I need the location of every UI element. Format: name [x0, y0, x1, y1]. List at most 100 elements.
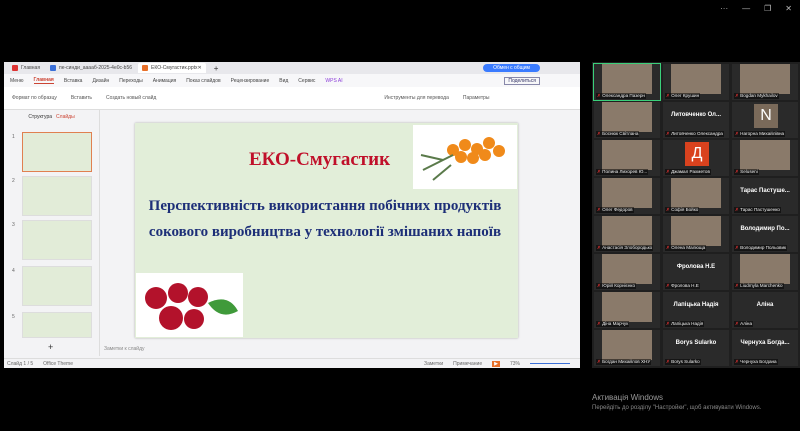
participant-display-name: Фролова Н.Е	[676, 264, 716, 270]
slide-panel: Структура Слайды 1 2 3 4 5 +	[4, 110, 100, 356]
participant-name: Боснюк Світлана	[596, 131, 640, 137]
meet-button[interactable]: Обмен с общим	[483, 64, 540, 72]
participant-name: Олег Федоров	[596, 207, 634, 213]
ribbon: Формат по образцу Вставить Создать новый…	[4, 87, 580, 110]
participant-tile[interactable]: Богдан Михайлов ХНУ	[594, 330, 660, 366]
zoom-level[interactable]: 73%	[510, 361, 520, 367]
participant-tile[interactable]: Д Джамал Рахметов	[663, 140, 729, 176]
participant-video	[740, 254, 790, 284]
participant-tile[interactable]: Полина Лихорев Ю...	[594, 140, 660, 176]
participants-gallery: Олександра Пазерн Олег Крушин Bogdan Mykha…	[592, 62, 800, 368]
thumb-number: 4	[12, 268, 15, 274]
play-slideshow-icon[interactable]: ▶	[492, 360, 500, 367]
participant-name: Діна Марчук	[596, 321, 630, 327]
participant-tile[interactable]: Аліна Аліна	[732, 292, 798, 328]
slide-counter: Слайд 1 / 5	[7, 360, 34, 367]
menu-bar: Меню Главная Вставка Дизайн Переходы Ани…	[4, 74, 580, 87]
tab-label: Главная	[21, 65, 41, 71]
doc-icon	[50, 65, 57, 71]
participant-tile[interactable]: Олег Крушин	[663, 64, 729, 100]
participant-video	[602, 254, 652, 284]
slide-thumbnail-2[interactable]	[22, 176, 92, 216]
tab-bar: Главная пе-синди_ааааб-2025-4e0c-b56 ЕКО…	[4, 62, 580, 74]
new-tab-button[interactable]: +	[214, 64, 219, 73]
comments-toggle[interactable]: Примечание	[453, 361, 482, 367]
notes-field[interactable]: Заметки к слайду	[104, 346, 145, 352]
slide-thumbnail-4[interactable]	[22, 266, 92, 306]
participant-name: Нагорна Михайлівна	[734, 131, 786, 137]
menu-slideshow[interactable]: Показ слайдов	[186, 78, 220, 84]
paste-button[interactable]: Вставить	[71, 95, 92, 101]
participant-name: Полина Лихорев Ю...	[596, 169, 649, 175]
close-icon[interactable]: ✕	[785, 4, 792, 13]
tab-home[interactable]: Главная	[8, 63, 44, 73]
options-button[interactable]: Параметры	[463, 95, 490, 101]
participant-video	[740, 64, 790, 94]
tab-outline[interactable]: Структура	[28, 114, 52, 120]
slide-canvas[interactable]: ЕКО-Смугастик Перспективність використан…	[135, 123, 518, 338]
new-slide-button[interactable]: Создать новый слайд	[106, 95, 156, 101]
participant-tile[interactable]: Лапіцька Надія Лапіцька Надія	[663, 292, 729, 328]
share-button[interactable]: Поделиться	[504, 76, 540, 85]
slide-thumbnail-1[interactable]	[22, 132, 92, 172]
restore-icon[interactable]: ❐	[764, 4, 771, 13]
participant-tile[interactable]: Олег Федоров	[594, 178, 660, 214]
participant-tile[interactable]: Чернуха Богда... Чернуха Богдана	[732, 330, 798, 366]
participant-display-name: Володимир По...	[740, 226, 790, 232]
tab-doc[interactable]: пе-синди_ааааб-2025-4e0c-b56	[46, 63, 136, 73]
participant-avatar: Д	[685, 142, 709, 166]
add-slide-button[interactable]: +	[48, 342, 53, 352]
participant-tile[interactable]: Олександра Пазерн	[593, 63, 661, 101]
menu-tools[interactable]: Сервис	[298, 78, 315, 84]
presentation-icon	[142, 65, 149, 71]
participant-tile[interactable]: Володимир По... Володимир Польовик	[732, 216, 798, 252]
participant-name: Джамал Рахметов	[665, 169, 711, 175]
participant-name: Фролова Н.Е	[665, 283, 700, 289]
menu-wps-ai[interactable]: WPS AI	[325, 78, 342, 84]
participant-name: Богдан Михайлов ХНУ	[596, 359, 652, 365]
translate-button[interactable]: Инструменты для перевода	[384, 95, 449, 101]
menu-view[interactable]: Вид	[279, 78, 288, 84]
participant-tile[interactable]: Софія Бойко	[663, 178, 729, 214]
menu-design[interactable]: Дизайн	[92, 78, 109, 84]
menu-review[interactable]: Рецензирование	[231, 78, 270, 84]
windows-activation-title: Активація Windows	[592, 393, 664, 402]
thumb-number: 2	[12, 178, 15, 184]
participant-tile[interactable]: Діна Марчук	[594, 292, 660, 328]
tab-label: ЕКО-Смугастик.pptx	[151, 65, 198, 71]
participant-name: Олександра Пазерн	[596, 93, 646, 99]
participant-name: Seluseni	[734, 169, 759, 175]
participant-tile[interactable]: Bogdan Mykhailov	[732, 64, 798, 100]
slide-thumbnail-5[interactable]	[22, 312, 92, 338]
menu-animation[interactable]: Анимация	[153, 78, 176, 84]
participant-tile[interactable]: Юрій Корнієнко	[594, 254, 660, 290]
menu-transitions[interactable]: Переходы	[119, 78, 142, 84]
participant-tile[interactable]: Литовченко Ол... Литовченко Олександра	[663, 102, 729, 138]
menu-home[interactable]: Главная	[33, 77, 54, 84]
more-icon[interactable]: ···	[720, 4, 728, 13]
participant-tile[interactable]: Анастасія Злобородько	[594, 216, 660, 252]
participant-tile[interactable]: Borys Sularko Borys Sularko	[663, 330, 729, 366]
participant-display-name: Лапіцька Надія	[673, 302, 719, 308]
participant-tile[interactable]: Олена Малюща	[663, 216, 729, 252]
menu-insert[interactable]: Вставка	[64, 78, 83, 84]
participant-tile[interactable]: Тарас Пастуше... Тарас Пастушенко	[732, 178, 798, 214]
participant-tile[interactable]: N Нагорна Михайлівна	[732, 102, 798, 138]
participant-tile[interactable]: Фролова Н.Е Фролова Н.Е	[663, 254, 729, 290]
tab-slides[interactable]: Слайды	[56, 114, 75, 120]
participant-tile[interactable]: Liudmyla Marchenko	[732, 254, 798, 290]
participant-name: Володимир Польовик	[734, 245, 788, 251]
format-painter-button[interactable]: Формат по образцу	[12, 95, 57, 101]
participant-video	[671, 178, 721, 208]
menu-main[interactable]: Меню	[10, 78, 24, 84]
participant-tile[interactable]: Seluseni	[732, 140, 798, 176]
notes-toggle[interactable]: Заметки	[424, 361, 443, 367]
participant-tile[interactable]: Боснюк Світлана	[594, 102, 660, 138]
participant-name: Bogdan Mykhailov	[734, 93, 779, 99]
minimize-icon[interactable]: —	[742, 4, 750, 13]
tab-presentation[interactable]: ЕКО-Смугастик.pptx ✕	[138, 63, 206, 73]
window-controls: ··· — ❐ ✕	[720, 4, 792, 13]
slide-thumbnail-3[interactable]	[22, 220, 92, 260]
zoom-slider[interactable]	[530, 363, 570, 364]
participant-video	[602, 140, 652, 170]
